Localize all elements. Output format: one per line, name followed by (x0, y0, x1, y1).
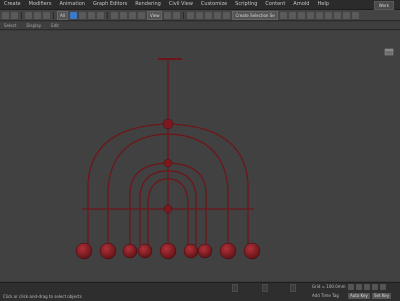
next-frame-icon[interactable] (372, 284, 378, 290)
toolbar-divider (106, 11, 108, 19)
layer-explorer-icon[interactable] (297, 11, 305, 19)
joint-knob (163, 204, 173, 214)
set-key-button[interactable]: Set Key (372, 293, 392, 299)
prompt-line: Click or click-and-drag to select object… (3, 294, 82, 299)
unlink-icon[interactable] (34, 11, 41, 19)
move-icon[interactable] (110, 11, 118, 19)
ribbon-edit-label[interactable]: Edit (51, 23, 59, 28)
ribbon-select-label[interactable]: Select (4, 23, 16, 28)
bind-space-warp-icon[interactable] (43, 11, 50, 19)
ribbon-bar: Select Display Edit (0, 22, 400, 30)
selection-filter-select[interactable]: All (57, 10, 68, 20)
add-time-tag[interactable]: Add Time Tag (312, 293, 339, 298)
scale-icon[interactable] (128, 11, 136, 19)
schematic-view-icon[interactable] (315, 11, 323, 19)
render-production-icon[interactable] (351, 11, 359, 19)
percent-snap-icon[interactable] (205, 11, 213, 19)
redo-icon[interactable] (11, 11, 18, 19)
rendered-frame-window-icon[interactable] (342, 11, 350, 19)
status-bar: Grid = 100.0mm Click or click-and-drag t… (0, 282, 400, 301)
main-toolbar: All View Create Selection Se (0, 10, 400, 21)
named-selection-select[interactable]: Create Selection Se (232, 10, 278, 20)
undo-icon[interactable] (2, 11, 9, 19)
bulb (122, 243, 138, 259)
bulb (75, 242, 93, 260)
angle-snap-icon[interactable] (196, 11, 204, 19)
toolbar-divider (183, 11, 185, 19)
menu-civil-view[interactable]: Civil View (165, 0, 197, 9)
grid-spacing-label: Grid = 100.0mm (312, 284, 346, 289)
menu-content[interactable]: Content (261, 0, 289, 9)
placement-icon[interactable] (137, 11, 145, 19)
select-object-icon[interactable] (69, 11, 77, 19)
snaps-toggle-icon[interactable] (187, 11, 195, 19)
menu-create[interactable]: Create (0, 0, 25, 9)
menu-animation[interactable]: Animation (55, 0, 89, 9)
toolbar-divider (53, 11, 54, 19)
bulb (197, 243, 213, 259)
menu-modifiers[interactable]: Modifiers (25, 0, 56, 9)
menu-rendering[interactable]: Rendering (131, 0, 165, 9)
align-icon[interactable] (288, 11, 296, 19)
select-manipulate-icon[interactable] (173, 11, 181, 19)
workspace-select[interactable]: Work (374, 1, 394, 10)
bulb (219, 242, 237, 260)
window-crossing-icon[interactable] (96, 11, 104, 19)
previous-frame-icon[interactable] (356, 284, 362, 290)
menu-bar: Create Modifiers Animation Graph Editors… (0, 0, 400, 10)
menu-graph-editors[interactable]: Graph Editors (89, 0, 131, 9)
bulb (159, 242, 177, 260)
bulb (137, 243, 153, 259)
menu-scripting[interactable]: Scripting (231, 0, 261, 9)
select-by-name-icon[interactable] (78, 11, 86, 19)
bulb (243, 242, 261, 260)
menu-help[interactable]: Help (313, 0, 332, 9)
go-to-start-icon[interactable] (348, 284, 354, 290)
go-to-end-icon[interactable] (380, 284, 386, 290)
coord-z-field[interactable] (290, 284, 296, 292)
chandelier-model[interactable] (0, 31, 400, 281)
joint-knob (162, 118, 174, 130)
joint-knob (163, 158, 173, 168)
menu-customize[interactable]: Customize (197, 0, 231, 9)
reference-coordinate-select[interactable]: View (146, 10, 163, 20)
pivot-point-icon[interactable] (164, 11, 172, 19)
coord-x-field[interactable] (232, 284, 238, 292)
bulb (99, 242, 117, 260)
bulb (183, 243, 199, 259)
curve-editor-icon[interactable] (306, 11, 314, 19)
ribbon-display-label[interactable]: Display (26, 23, 41, 28)
render-setup-icon[interactable] (333, 11, 341, 19)
menu-arnold[interactable]: Arnold (289, 0, 313, 9)
coord-y-field[interactable] (262, 284, 268, 292)
spinner-snap-icon[interactable] (214, 11, 222, 19)
edit-named-selection-icon[interactable] (223, 11, 231, 19)
play-icon[interactable] (364, 284, 370, 290)
mirror-icon[interactable] (279, 11, 287, 19)
toolbar-divider (21, 11, 22, 19)
link-icon[interactable] (25, 11, 32, 19)
rotate-icon[interactable] (119, 11, 127, 19)
material-editor-icon[interactable] (324, 11, 332, 19)
perspective-viewport[interactable] (0, 31, 400, 281)
status-row-top: Grid = 100.0mm (0, 283, 400, 292)
auto-key-button[interactable]: Auto Key (348, 293, 370, 299)
rectangular-selection-icon[interactable] (87, 11, 95, 19)
